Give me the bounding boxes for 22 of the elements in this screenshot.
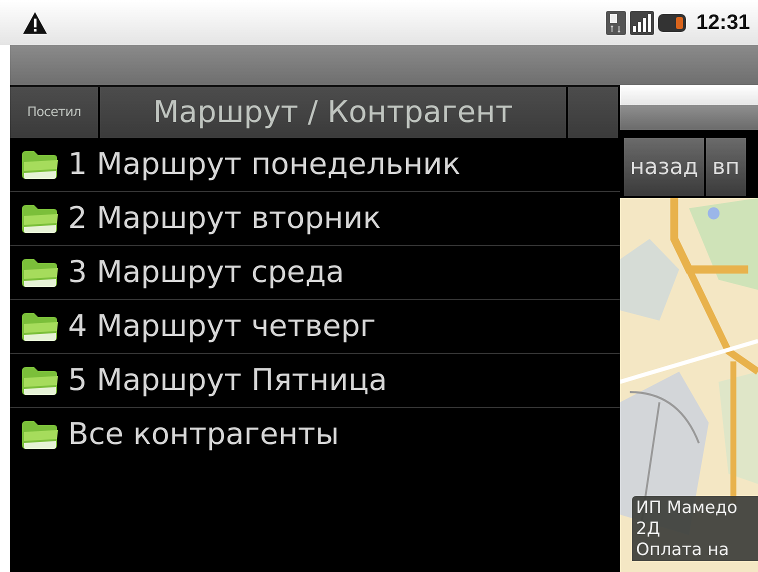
route-item[interactable]: 3 Маршрут среда — [10, 246, 620, 300]
toolbar-button[interactable]: вп — [706, 138, 746, 196]
network-type-icon — [606, 10, 626, 34]
folder-icon — [20, 148, 60, 180]
battery-icon — [658, 14, 686, 32]
toolbar-button[interactable]: назад — [624, 138, 704, 196]
folder-icon — [20, 202, 60, 234]
route-item[interactable]: 2 Маршрут вторник — [10, 192, 620, 246]
route-item[interactable]: Все контрагенты — [10, 408, 620, 461]
route-item[interactable]: 4 Маршрут четверг — [10, 300, 620, 354]
folder-icon — [20, 256, 60, 288]
clock-time: 12:31 — [696, 10, 750, 34]
folder-icon — [20, 364, 60, 396]
info-callout[interactable]: ИП Мамедо 2Д Оплата на — [632, 496, 758, 561]
route-item[interactable]: 1 Маршрут понедельник — [10, 138, 620, 192]
signal-icon — [630, 10, 654, 34]
header-tab[interactable]: Посетил — [10, 87, 100, 138]
folder-icon — [20, 418, 60, 450]
warning-icon — [22, 10, 48, 34]
folder-icon — [20, 310, 60, 342]
header-tab[interactable]: Маршрут / Контрагент — [100, 87, 568, 138]
route-item[interactable]: 5 Маршрут Пятница — [10, 354, 620, 408]
